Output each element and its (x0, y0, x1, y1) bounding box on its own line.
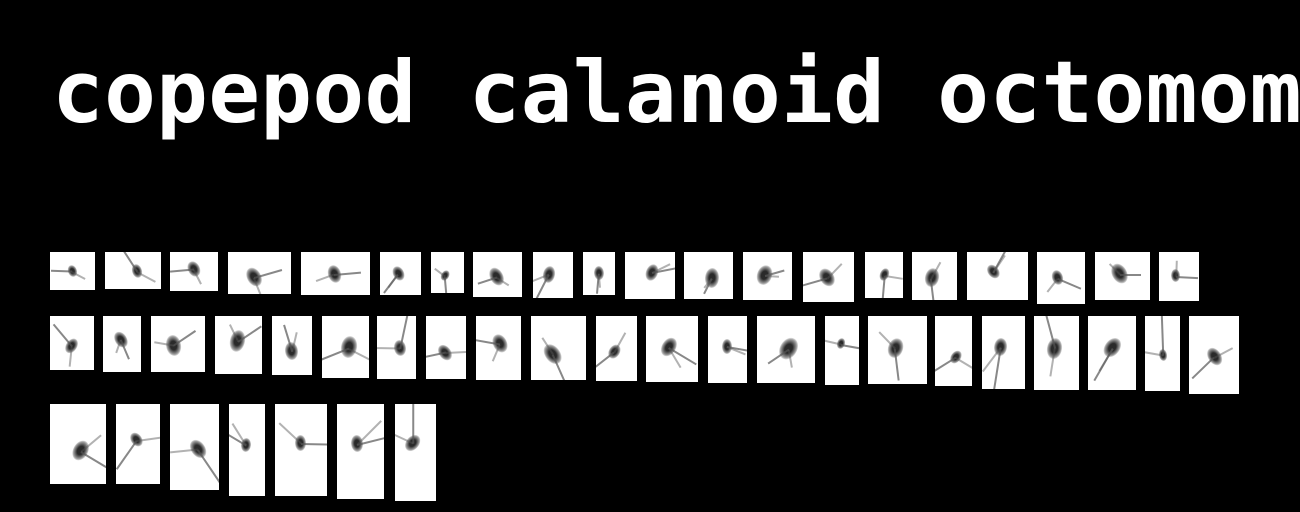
specimen-thumbnail[interactable] (50, 404, 106, 484)
specimen-thumbnail[interactable] (229, 404, 265, 496)
specimen-antenna (52, 323, 73, 347)
specimen-antenna (116, 440, 138, 470)
specimen-thumbnail[interactable] (116, 404, 160, 484)
specimen-thumbnail[interactable] (50, 316, 94, 370)
specimen-thumbnail[interactable] (103, 316, 141, 372)
specimen-antenna (278, 422, 302, 444)
specimen-thumbnail[interactable] (377, 316, 416, 379)
specimen-thumbnail[interactable] (105, 252, 161, 289)
specimen-thumbnail[interactable] (322, 316, 369, 378)
specimen-thumbnail[interactable] (151, 316, 205, 372)
specimen-thumbnail[interactable] (215, 316, 262, 374)
specimen-thumbnail[interactable] (380, 252, 421, 295)
specimen-thumbnail[interactable] (646, 316, 698, 382)
specimen-thumbnail[interactable] (533, 252, 573, 298)
specimen-thumbnail[interactable] (272, 316, 312, 375)
specimen-body (1100, 334, 1125, 361)
specimen-thumbnail[interactable] (868, 316, 927, 384)
specimen-thumbnail[interactable] (708, 316, 747, 383)
specimen-thumbnail[interactable] (426, 316, 466, 379)
specimen-thumbnail[interactable] (743, 252, 792, 300)
specimen-antenna (300, 442, 327, 445)
specimen-thumbnail[interactable] (275, 404, 327, 496)
specimen-antenna (955, 357, 972, 373)
specimen-thumbnail[interactable] (170, 252, 218, 291)
specimen-antenna (1192, 356, 1215, 379)
specimen-thumbnail[interactable] (803, 252, 854, 302)
specimen-thumbnail[interactable] (337, 404, 384, 499)
specimen-thumbnail[interactable] (431, 252, 464, 293)
specimen-thumbnail[interactable] (967, 252, 1028, 300)
specimen-antenna (1119, 274, 1142, 276)
specimen-antenna (80, 450, 106, 472)
specimen-thumbnail[interactable] (596, 316, 637, 381)
specimen-antenna (231, 423, 247, 447)
specimen-thumbnail[interactable] (912, 252, 957, 300)
specimen-thumbnail[interactable] (1189, 316, 1239, 394)
specimen-thumbnail[interactable] (476, 316, 521, 380)
specimen-antenna (412, 404, 414, 444)
specimen-thumbnail[interactable] (1095, 252, 1150, 300)
specimen-thumbnail[interactable] (935, 316, 972, 386)
specimen-thumbnail[interactable] (1159, 252, 1199, 301)
specimen-thumbnail[interactable] (583, 252, 615, 295)
specimen-thumbnail[interactable] (50, 252, 95, 290)
specimen-thumbnail[interactable] (757, 316, 815, 383)
specimen-antenna (377, 347, 401, 350)
specimen-thumbnail[interactable] (1145, 316, 1180, 391)
specimen-thumbnail[interactable] (625, 252, 675, 299)
page-title: copepod calanoid octomoms (52, 43, 1300, 143)
specimen-thumbnail[interactable] (301, 252, 370, 295)
specimen-antenna (841, 344, 859, 353)
specimen-thumbnail[interactable] (1034, 316, 1079, 390)
specimen-antenna (119, 252, 138, 273)
specimen-thumbnail[interactable] (1088, 316, 1136, 390)
specimen-antenna (1174, 260, 1177, 277)
specimen-thumbnail[interactable] (170, 404, 219, 490)
specimen-thumbnail[interactable] (1037, 252, 1085, 304)
specimen-thumbnail[interactable] (982, 316, 1025, 389)
specimen-thumbnail[interactable] (865, 252, 903, 298)
specimen-thumbnail[interactable] (531, 316, 586, 380)
specimen-thumbnail[interactable] (395, 404, 436, 501)
specimen-thumbnail[interactable] (825, 316, 859, 385)
specimen-antenna (1160, 316, 1164, 356)
specimen-thumbnail[interactable] (473, 252, 522, 297)
specimen-thumbnail[interactable] (684, 252, 733, 299)
specimen-antenna (596, 351, 615, 373)
specimen-thumbnail[interactable] (228, 252, 291, 294)
specimen-antenna (196, 449, 219, 484)
